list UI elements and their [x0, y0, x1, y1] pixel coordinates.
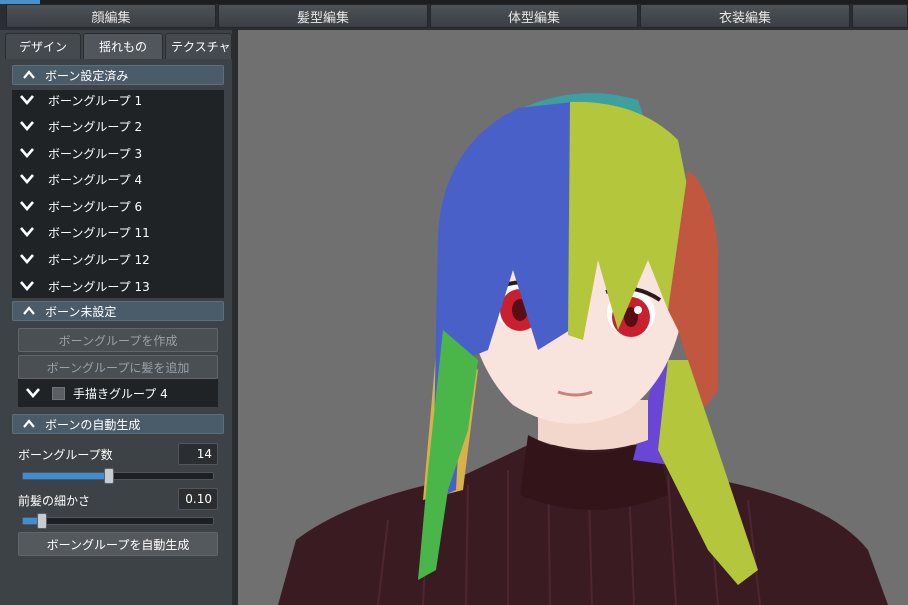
- section-header-bones-unset[interactable]: ボーン未設定: [12, 301, 224, 321]
- bangs-detail-slider[interactable]: [22, 513, 214, 529]
- list-item[interactable]: ボーングループ 6: [12, 193, 224, 219]
- chevron-down-icon: [20, 227, 34, 237]
- list-item[interactable]: ボーングループ 11: [12, 219, 224, 245]
- tab-overflow[interactable]: [852, 4, 908, 28]
- bangs-detail-label: 前髪の細かさ: [18, 494, 91, 508]
- slider-handle[interactable]: [104, 468, 114, 484]
- group-count-input[interactable]: 14: [178, 443, 218, 465]
- chevron-up-icon: [23, 70, 35, 79]
- chevron-down-icon: [20, 281, 34, 291]
- slider-fill: [23, 473, 109, 479]
- list-item[interactable]: ボーングループ 2: [12, 113, 224, 139]
- chevron-down-icon: [20, 254, 34, 264]
- chevron-down-icon: [20, 174, 34, 184]
- subtab-physics[interactable]: 揺れもの: [83, 33, 163, 59]
- list-item[interactable]: ボーングループ 3: [12, 140, 224, 166]
- bangs-detail-input[interactable]: 0.10: [178, 488, 218, 510]
- tab-face-edit[interactable]: 顔編集: [6, 4, 216, 28]
- tab-hair-edit[interactable]: 髪型編集: [218, 4, 428, 28]
- chevron-down-icon: [20, 201, 34, 211]
- create-bone-group-button[interactable]: ボーングループを作成: [18, 328, 218, 352]
- tab-body-edit[interactable]: 体型編集: [430, 4, 638, 28]
- subtab-design[interactable]: デザイン: [5, 33, 81, 59]
- chevron-up-icon: [23, 419, 35, 428]
- section-header-auto-gen[interactable]: ボーンの自動生成: [12, 414, 224, 434]
- list-item[interactable]: ボーングループ 13: [12, 273, 224, 299]
- section-header-bones-set[interactable]: ボーン設定済み: [12, 65, 224, 85]
- auto-generate-button[interactable]: ボーングループを自動生成: [18, 532, 218, 556]
- bone-group-list: ボーングループ 1 ボーングループ 2 ボーングループ 3 ボーングループ 4 …: [12, 90, 224, 298]
- list-item[interactable]: ボーングループ 1: [12, 87, 224, 113]
- chevron-up-icon: [23, 306, 35, 315]
- slider-handle[interactable]: [37, 513, 47, 529]
- chevron-down-icon: [26, 388, 40, 398]
- 3d-viewport[interactable]: [238, 30, 908, 605]
- chevron-down-icon: [20, 121, 34, 131]
- group-count-slider[interactable]: [22, 468, 214, 484]
- list-item[interactable]: ボーングループ 4: [12, 166, 224, 192]
- chevron-down-icon: [20, 148, 34, 158]
- tab-outfit-edit[interactable]: 衣装編集: [640, 4, 850, 28]
- hand-drawn-group-item[interactable]: 手描きグループ 4: [18, 379, 218, 407]
- list-item[interactable]: ボーングループ 12: [12, 246, 224, 272]
- add-hair-to-group-button[interactable]: ボーングループに髪を追加: [18, 355, 218, 379]
- subtab-texture[interactable]: テクスチャ: [165, 33, 232, 59]
- avatar-render: [278, 92, 888, 605]
- group-count-label: ボーングループ数: [18, 448, 113, 462]
- chevron-down-icon: [20, 95, 34, 105]
- top-menu-bar: 顔編集 髪型編集 体型編集 衣装編集: [0, 0, 908, 30]
- group-checkbox[interactable]: [52, 386, 65, 400]
